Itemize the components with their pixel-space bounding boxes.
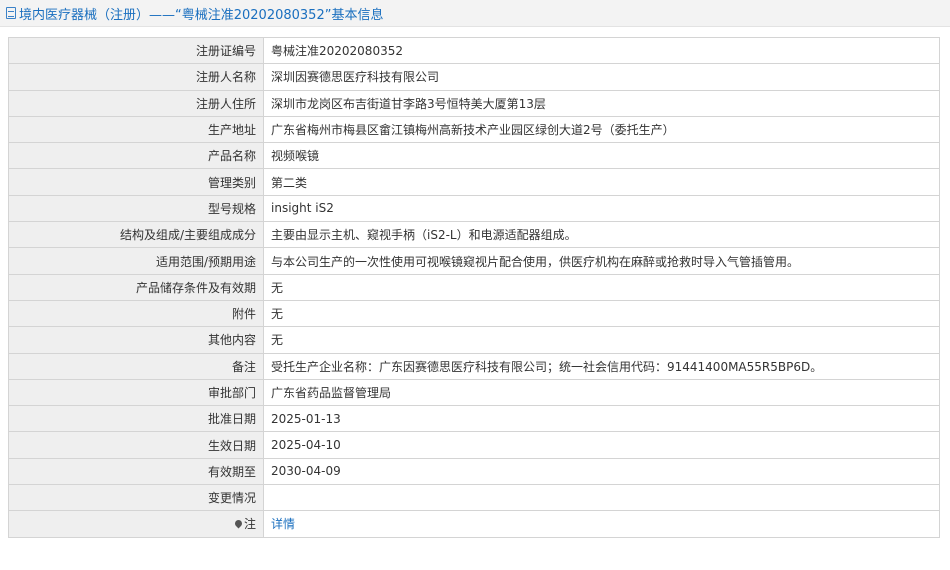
table-row: 附件无	[8, 299, 940, 328]
field-label: 适用范围/预期用途	[8, 247, 264, 275]
info-table-container: 注册证编号 粤械注准20202080352 注册人名称 深圳因赛德思医疗科技有限公司注…	[8, 36, 940, 538]
field-label: 生产地址	[8, 115, 264, 144]
table-row: 注册证编号 粤械注准20202080352	[8, 36, 940, 65]
page-title: 境内医疗器械（注册）——“粤械注准20202080352”基本信息	[19, 7, 384, 23]
field-value: 与本公司生产的一次性使用可视喉镜窥视片配合使用，供医疗机构在麻醉或抢救时导入气管…	[263, 247, 940, 275]
table-row: 适用范围/预期用途 与本公司生产的一次性使用可视喉镜窥视片配合使用，供医疗机构在麻…	[8, 247, 940, 275]
table-row: 审批部门 广东省药品监督管理局	[8, 378, 940, 407]
table-row: 管理类别 第二类	[8, 168, 940, 196]
table-row: 生效日期 2025-04-10	[8, 431, 940, 459]
table-row: 其他内容无	[8, 326, 940, 354]
field-label: 管理类别	[8, 168, 264, 196]
document-icon	[6, 7, 16, 19]
note-label-cell: 注	[8, 510, 264, 538]
field-value: 广东省梅州市梅县区畲江镇梅州高新技术产业园区绿创大道2号（委托生产）	[263, 115, 940, 144]
field-label: 型号规格	[8, 194, 264, 223]
table-row: 结构及组成/主要组成成分 主要由显示主机、窥视手柄（iS2-L）和电源适配器组成。	[8, 221, 940, 249]
field-value: 主要由显示主机、窥视手柄（iS2-L）和电源适配器组成。	[263, 221, 940, 249]
field-value: 无	[263, 299, 940, 328]
table-row: 生产地址 广东省梅州市梅县区畲江镇梅州高新技术产业园区绿创大道2号（委托生产）	[8, 115, 940, 144]
field-value: 深圳市龙岗区布吉街道甘李路3号恒特美大厦第13层	[263, 89, 940, 117]
field-label: 注册人住所	[8, 89, 264, 117]
table-row: 变更情况	[8, 484, 940, 512]
field-value: 受托生产企业名称：广东因赛德思医疗科技有限公司；统一社会信用代码：9144140…	[263, 352, 940, 380]
field-value: 视频喉镜	[263, 142, 940, 170]
field-value: insight iS2	[263, 194, 940, 223]
field-value: 无	[263, 326, 940, 354]
page-header: 境内医疗器械（注册）——“粤械注准20202080352”基本信息	[0, 0, 950, 27]
note-label: 注	[243, 517, 256, 532]
field-value: 2030-04-09	[263, 457, 940, 486]
field-label: 产品名称	[8, 142, 264, 170]
field-value: 2025-04-10	[263, 431, 940, 459]
field-label: 产品储存条件及有效期	[8, 273, 264, 301]
table-row: 注册人名称 深圳因赛德思医疗科技有限公司	[8, 63, 940, 91]
field-label: 审批部门	[8, 378, 264, 407]
field-label: 批准日期	[8, 405, 264, 433]
field-label: 注册证编号	[8, 36, 264, 65]
field-value: 第二类	[263, 168, 940, 196]
table-row: 型号规格 insight iS2	[8, 194, 940, 223]
table-row: 批准日期 2025-01-13	[8, 405, 940, 433]
details-link[interactable]: 详情	[271, 517, 295, 531]
field-value: 粤械注准20202080352	[263, 36, 940, 65]
field-label: 注册人名称	[8, 63, 264, 91]
info-table: 注册证编号 粤械注准20202080352 注册人名称 深圳因赛德思医疗科技有限公司注…	[8, 36, 940, 538]
field-value	[263, 484, 940, 512]
field-value: 深圳因赛德思医疗科技有限公司	[263, 63, 940, 91]
field-label: 有效期至	[8, 457, 264, 486]
field-label: 其他内容	[8, 326, 264, 354]
field-label: 生效日期	[8, 431, 264, 459]
table-row: 注册人住所 深圳市龙岗区布吉街道甘李路3号恒特美大厦第13层	[8, 89, 940, 117]
field-value: 无	[263, 273, 940, 301]
field-label: 变更情况	[8, 484, 264, 512]
field-label: 备注	[8, 352, 264, 380]
field-value: 广东省药品监督管理局	[263, 378, 940, 407]
field-label: 附件	[8, 299, 264, 328]
table-row: 有效期至 2030-04-09	[8, 457, 940, 486]
field-label: 结构及组成/主要组成成分	[8, 221, 264, 249]
table-row: 产品名称 视频喉镜	[8, 142, 940, 170]
field-value: 2025-01-13	[263, 405, 940, 433]
note-value-cell: 详情	[263, 510, 940, 538]
pin-icon	[233, 519, 244, 529]
table-row: 产品储存条件及有效期无	[8, 273, 940, 301]
note-row: 注 详情	[8, 510, 940, 538]
info-table-body: 注册证编号 粤械注准20202080352 注册人名称 深圳因赛德思医疗科技有限公司注…	[8, 36, 940, 512]
table-row: 备注 受托生产企业名称：广东因赛德思医疗科技有限公司；统一社会信用代码：91441…	[8, 352, 940, 380]
